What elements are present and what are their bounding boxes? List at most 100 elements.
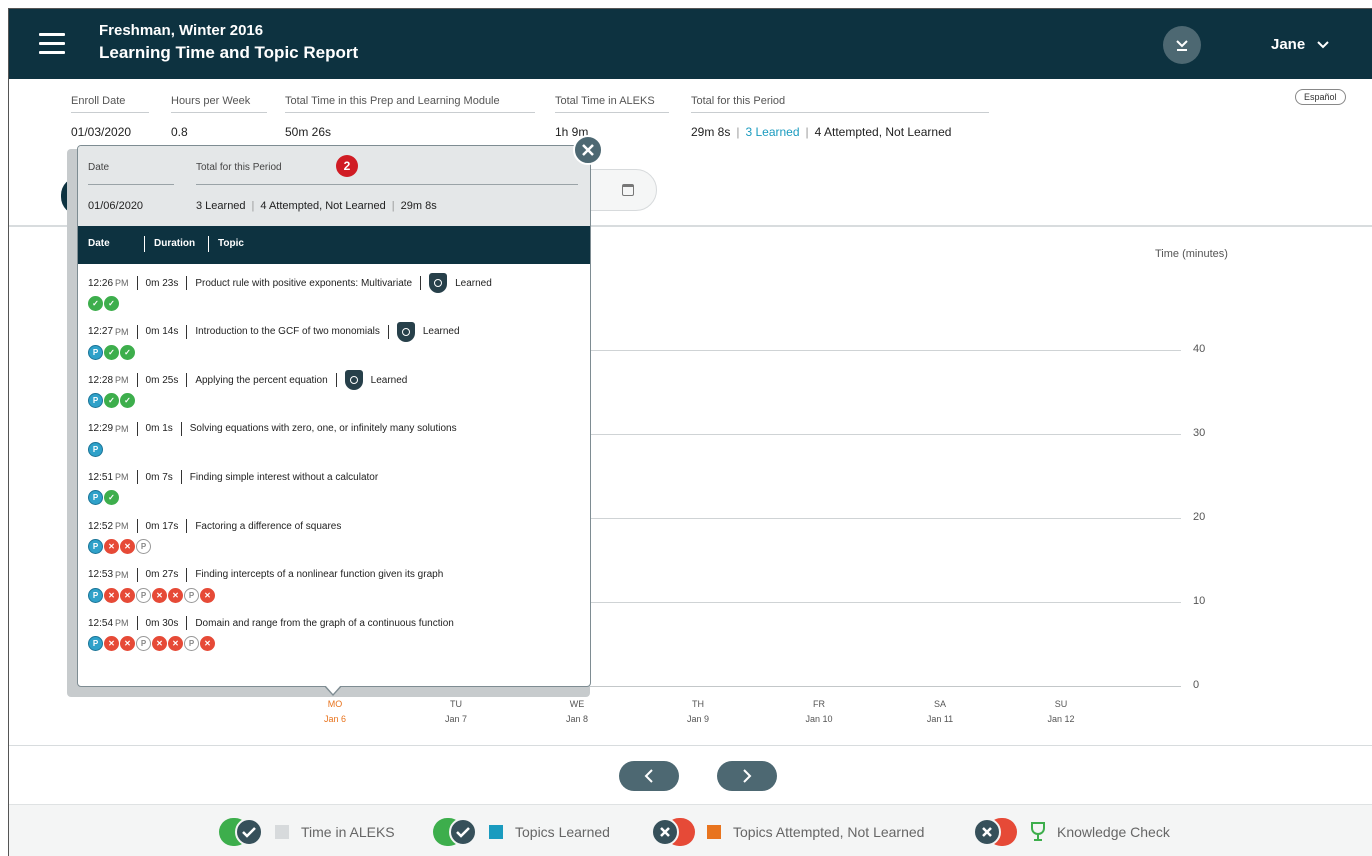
legend-learned: Topics Learned: [433, 805, 610, 856]
day-date: Jan 6: [323, 714, 347, 724]
practice-icon: P: [88, 344, 103, 360]
row-time: 12:29: [88, 423, 114, 435]
attempt-icons: P ✕ ✕ P: [88, 539, 582, 555]
day-thursday[interactable]: TH Jan 9: [668, 697, 728, 727]
separator: [420, 276, 422, 290]
row-topic[interactable]: Finding intercepts of a nonlinear functi…: [195, 569, 443, 580]
row-duration: 0m 7s: [145, 471, 173, 483]
row-topic[interactable]: Factoring a difference of squares: [195, 521, 341, 532]
practice-icon: P: [88, 490, 103, 506]
close-popup-button[interactable]: [573, 135, 603, 165]
next-week-button[interactable]: [717, 761, 777, 791]
row-ampm: PM: [115, 375, 129, 386]
download-button[interactable]: [1163, 26, 1201, 64]
period-learned-link[interactable]: 3 Learned: [745, 125, 799, 139]
row-duration: 0m 1s: [145, 423, 173, 435]
popup-learned: 3 Learned: [196, 200, 246, 212]
incorrect-x-icon: ✕: [168, 636, 183, 652]
row-time: 12:52: [88, 520, 114, 532]
topic-row-line: 12:52 PM 0m 17s Factoring a difference of s…: [88, 517, 582, 535]
separator: [180, 470, 182, 485]
attempt-icons: P ✕ ✕ P ✕ ✕ P ✕: [88, 636, 582, 652]
day-of-week: SA: [933, 699, 946, 709]
chevron-down-icon: [1317, 40, 1329, 48]
menu-icon[interactable]: [39, 33, 65, 55]
practice-gray-icon: P: [136, 539, 151, 554]
practice-gray-icon: P: [136, 587, 151, 603]
popup-attempted: 4 Attempted, Not Learned: [260, 200, 386, 212]
gridline: [565, 518, 1181, 519]
learned-shield-icon: [344, 370, 363, 391]
col-topic: Topic: [218, 238, 244, 249]
divider: [9, 745, 1372, 746]
row-topic[interactable]: Applying the percent equation: [195, 375, 327, 386]
day-date: Jan 7: [444, 714, 468, 724]
day-sunday[interactable]: SU Jan 12: [1031, 697, 1091, 727]
separator: [180, 421, 182, 436]
popup-pointer-inner: [325, 685, 341, 694]
learned-shield-icon: [396, 321, 415, 342]
attempt-icons: P ✕ ✕ P ✕ ✕ P ✕: [88, 587, 582, 604]
separator: [136, 519, 138, 533]
popup-time: 29m 8s: [400, 200, 437, 212]
day-date: Jan 10: [805, 714, 833, 724]
incorrect-x-icon: ✕: [200, 587, 215, 603]
row-ampm: PM: [115, 326, 129, 337]
user-menu[interactable]: Jane: [1271, 36, 1329, 53]
separator: [335, 373, 337, 388]
day-of-week: SU: [1054, 699, 1068, 709]
time-swatch: [275, 824, 289, 839]
row-duration: 0m 30s: [145, 617, 179, 629]
day-wednesday[interactable]: WE Jan 8: [547, 697, 607, 727]
total-prep-label: Total Time in this Prep and Learning Mod…: [285, 95, 535, 113]
hours-label: Hours per Week: [171, 95, 267, 113]
row-duration: 0m 14s: [145, 326, 179, 338]
legend-learned-label: Topics Learned: [515, 823, 610, 840]
col-date: Date: [88, 238, 110, 249]
day-saturday[interactable]: SA Jan 11: [910, 697, 970, 727]
row-ampm: PM: [115, 423, 129, 434]
time-toggle[interactable]: [219, 817, 265, 846]
table-header: Date Duration Topic: [78, 226, 590, 264]
separator: [136, 470, 138, 485]
row-topic[interactable]: Finding simple interest without a calcul…: [190, 472, 378, 483]
day-friday[interactable]: FR Jan 10: [789, 697, 849, 727]
correct-check-icon: ✓: [120, 393, 135, 409]
separator: [136, 324, 138, 339]
day-monday[interactable]: MO Jan 6: [305, 697, 365, 727]
incorrect-x-icon: ✕: [152, 587, 167, 603]
language-button[interactable]: Español: [1295, 89, 1346, 105]
page-title: Learning Time and Topic Report: [99, 43, 359, 62]
row-time: 12:28: [88, 374, 114, 386]
correct-check-icon: ✓: [104, 393, 119, 409]
incorrect-x-icon: ✕: [120, 587, 135, 603]
close-icon: [582, 144, 594, 156]
popup-total-label: Total for this Period: [196, 162, 282, 173]
learned-toggle[interactable]: [433, 817, 479, 846]
correct-check-icon: ✓: [88, 296, 103, 311]
hours-value: 0.8: [171, 125, 188, 139]
previous-week-button[interactable]: [619, 761, 679, 791]
separator: [136, 276, 138, 290]
day-date: Jan 8: [565, 714, 589, 724]
row-time: 12:53: [88, 569, 114, 581]
knowledge-toggle[interactable]: [973, 817, 1019, 846]
day-tuesday[interactable]: TU Jan 7: [426, 697, 486, 727]
row-duration: 0m 23s: [145, 277, 179, 289]
row-topic[interactable]: Domain and range from the graph of a con…: [195, 618, 454, 629]
app-frame: Freshman, Winter 2016 Learning Time and …: [8, 8, 1372, 856]
topic-row-line: 12:26 PM 0m 23s Product rule with positive …: [88, 273, 582, 293]
separator: [186, 616, 188, 631]
topic-row-line: 12:51 PM 0m 7s Finding simple interest with…: [88, 468, 582, 486]
attempted-toggle[interactable]: [651, 817, 697, 846]
topic-row-line: 12:29 PM 0m 1s Solving equations with zero,…: [88, 420, 582, 438]
row-topic[interactable]: Solving equations with zero, one, or inf…: [190, 423, 457, 434]
row-topic[interactable]: Introduction to the GCF of two monomials: [195, 326, 380, 337]
correct-check-icon: ✓: [104, 344, 119, 360]
incorrect-x-icon: ✕: [104, 539, 119, 554]
row-ampm: PM: [115, 278, 129, 288]
separator: [387, 324, 389, 339]
enroll-date-col: Enroll Date 01/03/2020: [71, 95, 149, 139]
incorrect-x-icon: ✕: [104, 636, 119, 652]
row-topic[interactable]: Product rule with positive exponents: Mu…: [195, 278, 412, 289]
